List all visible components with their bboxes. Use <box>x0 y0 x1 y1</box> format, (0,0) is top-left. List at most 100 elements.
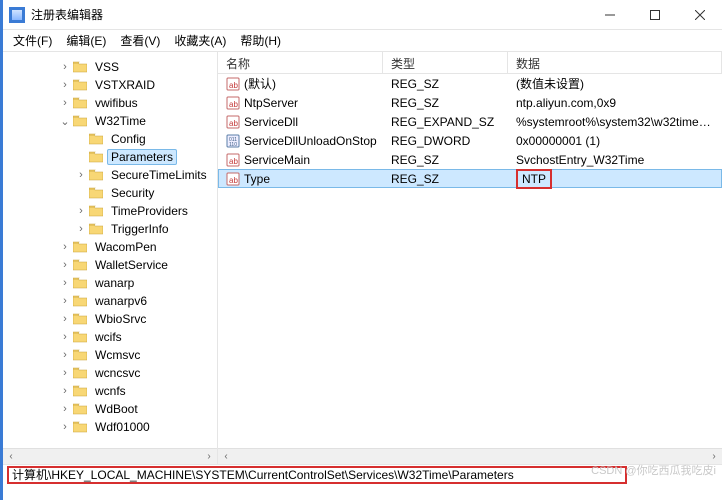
minimize-button[interactable] <box>587 0 632 30</box>
string-value-icon: ab <box>226 77 240 91</box>
expand-toggle-icon[interactable]: › <box>59 331 71 343</box>
tree-item-label: TriggerInfo <box>107 221 173 237</box>
expand-toggle-icon[interactable]: › <box>75 205 87 217</box>
menu-edit[interactable]: 编辑(E) <box>60 30 112 51</box>
svg-text:ab: ab <box>229 157 238 166</box>
value-name: (默认) <box>244 75 276 92</box>
key-tree[interactable]: ›VSS›VSTXRAID›vwifibus⌄W32TimeConfigPara… <box>3 52 217 448</box>
expand-toggle-icon[interactable]: › <box>59 241 71 253</box>
tree-item[interactable]: › VSTXRAID <box>3 76 217 94</box>
tree-item[interactable]: ›SecureTimeLimits <box>3 166 217 184</box>
tree-item[interactable]: ›wanarp <box>3 274 217 292</box>
tree-item-label: Wcmsvc <box>91 347 144 363</box>
tree-item-label: WalletService <box>91 257 172 273</box>
folder-icon <box>73 295 87 307</box>
expand-toggle-icon[interactable]: › <box>59 97 71 109</box>
scroll-left-icon[interactable]: ‹ <box>3 449 19 464</box>
tree-item-label: VSTXRAID <box>91 77 159 93</box>
tree-item[interactable]: ›WacomPen <box>3 238 217 256</box>
tree-item-label: Parameters <box>107 149 177 165</box>
expand-toggle-icon[interactable]: › <box>75 223 87 235</box>
value-data: %systemroot%\system32\w32time.dll <box>508 115 722 129</box>
expand-toggle-icon[interactable]: › <box>59 421 71 433</box>
expand-toggle-icon[interactable]: › <box>59 79 71 91</box>
menu-bar: 文件(F) 编辑(E) 查看(V) 收藏夹(A) 帮助(H) <box>3 30 722 52</box>
folder-icon <box>73 277 87 289</box>
svg-text:110: 110 <box>229 142 237 148</box>
app-icon <box>9 7 25 23</box>
string-value-icon: ab <box>226 172 240 186</box>
tree-item-label: WdBoot <box>91 401 142 417</box>
menu-favorites[interactable]: 收藏夹(A) <box>168 30 232 51</box>
tree-item-label: vwifibus <box>91 95 142 111</box>
folder-icon <box>73 349 87 361</box>
tree-item[interactable]: ›Wdf01000 <box>3 418 217 436</box>
list-pane: 名称 类型 数据 ab (默认) REG_SZ(数值未设置) ab NtpServer R… <box>218 52 722 464</box>
folder-icon <box>73 61 87 73</box>
close-button[interactable] <box>677 0 722 30</box>
value-row[interactable]: ab (默认) REG_SZ(数值未设置) <box>218 74 722 93</box>
tree-item[interactable]: › WalletService <box>3 256 217 274</box>
folder-icon <box>73 403 87 415</box>
value-list[interactable]: ab(默认)REG_SZ(数值未设置)abNtpServerREG_SZntp.… <box>218 74 722 188</box>
window-title: 注册表编辑器 <box>31 6 587 23</box>
tree-item[interactable]: ›wcifs <box>3 328 217 346</box>
tree-item[interactable]: ›wcnfs <box>3 382 217 400</box>
value-row[interactable]: abServiceDllREG_EXPAND_SZ%systemroot%\sy… <box>218 112 722 131</box>
tree-item[interactable]: › Wcmsvc <box>3 346 217 364</box>
expand-toggle-icon[interactable]: › <box>59 313 71 325</box>
tree-item[interactable]: ›TimeProviders <box>3 202 217 220</box>
expand-toggle-icon[interactable]: › <box>59 277 71 289</box>
tree-item[interactable]: ⌄W32Time <box>3 112 217 130</box>
expand-toggle-icon[interactable]: › <box>59 349 71 361</box>
tree-item[interactable]: ›wcncsvc <box>3 364 217 382</box>
folder-icon <box>73 241 87 253</box>
tree-item[interactable]: Parameters <box>3 148 217 166</box>
value-name: ServiceDll <box>244 115 298 129</box>
tree-item[interactable]: › WdBoot <box>3 400 217 418</box>
tree-scrollbar[interactable]: ‹ › <box>3 448 217 464</box>
value-row[interactable]: abTypeREG_SZNTP <box>218 169 722 188</box>
string-value-icon: ab <box>226 153 240 167</box>
value-type: REG_DWORD <box>383 134 508 148</box>
header-data[interactable]: 数据 <box>508 52 722 73</box>
value-row[interactable]: 011110ServiceDllUnloadOnStopREG_DWORD0x0… <box>218 131 722 150</box>
scroll-right-icon[interactable]: › <box>201 449 217 464</box>
value-type: REG_SZ <box>383 96 508 110</box>
expand-toggle-icon[interactable]: › <box>59 385 71 397</box>
maximize-button[interactable] <box>632 0 677 30</box>
expand-toggle-icon[interactable]: › <box>59 295 71 307</box>
value-name: ServiceMain <box>244 153 310 167</box>
header-name[interactable]: 名称 <box>218 52 383 73</box>
expand-toggle-icon[interactable]: › <box>59 259 71 271</box>
svg-text:ab: ab <box>229 119 238 128</box>
expand-toggle-icon[interactable]: ⌄ <box>59 115 71 128</box>
tree-item-label: Security <box>107 185 158 201</box>
expand-toggle-icon[interactable]: › <box>75 169 87 181</box>
folder-icon <box>89 151 103 163</box>
header-type[interactable]: 类型 <box>383 52 508 73</box>
menu-help[interactable]: 帮助(H) <box>234 30 287 51</box>
tree-item[interactable]: › TriggerInfo <box>3 220 217 238</box>
value-type: REG_SZ <box>383 77 508 91</box>
tree-item[interactable]: Security <box>3 184 217 202</box>
value-name: NtpServer <box>244 96 298 110</box>
folder-icon <box>89 169 103 181</box>
folder-icon <box>89 223 103 235</box>
expand-toggle-icon[interactable]: › <box>59 367 71 379</box>
tree-item[interactable]: ›wanarpv6 <box>3 292 217 310</box>
menu-view[interactable]: 查看(V) <box>114 30 166 51</box>
scroll-left-icon[interactable]: ‹ <box>218 449 234 464</box>
tree-item[interactable]: › vwifibus <box>3 94 217 112</box>
value-row[interactable]: abServiceMainREG_SZSvchostEntry_W32Time <box>218 150 722 169</box>
status-path: 计算机\HKEY_LOCAL_MACHINE\SYSTEM\CurrentCon… <box>7 466 627 484</box>
tree-item[interactable]: ›VSS <box>3 58 217 76</box>
expand-toggle-icon[interactable]: › <box>59 61 71 73</box>
menu-file[interactable]: 文件(F) <box>7 30 58 51</box>
value-row[interactable]: abNtpServerREG_SZntp.aliyun.com,0x9 <box>218 93 722 112</box>
value-data: (数值未设置) <box>508 75 722 92</box>
client-area: ›VSS›VSTXRAID›vwifibus⌄W32TimeConfigPara… <box>3 52 722 464</box>
tree-item[interactable]: Config <box>3 130 217 148</box>
expand-toggle-icon[interactable]: › <box>59 403 71 415</box>
tree-item[interactable]: ›WbioSrvc <box>3 310 217 328</box>
